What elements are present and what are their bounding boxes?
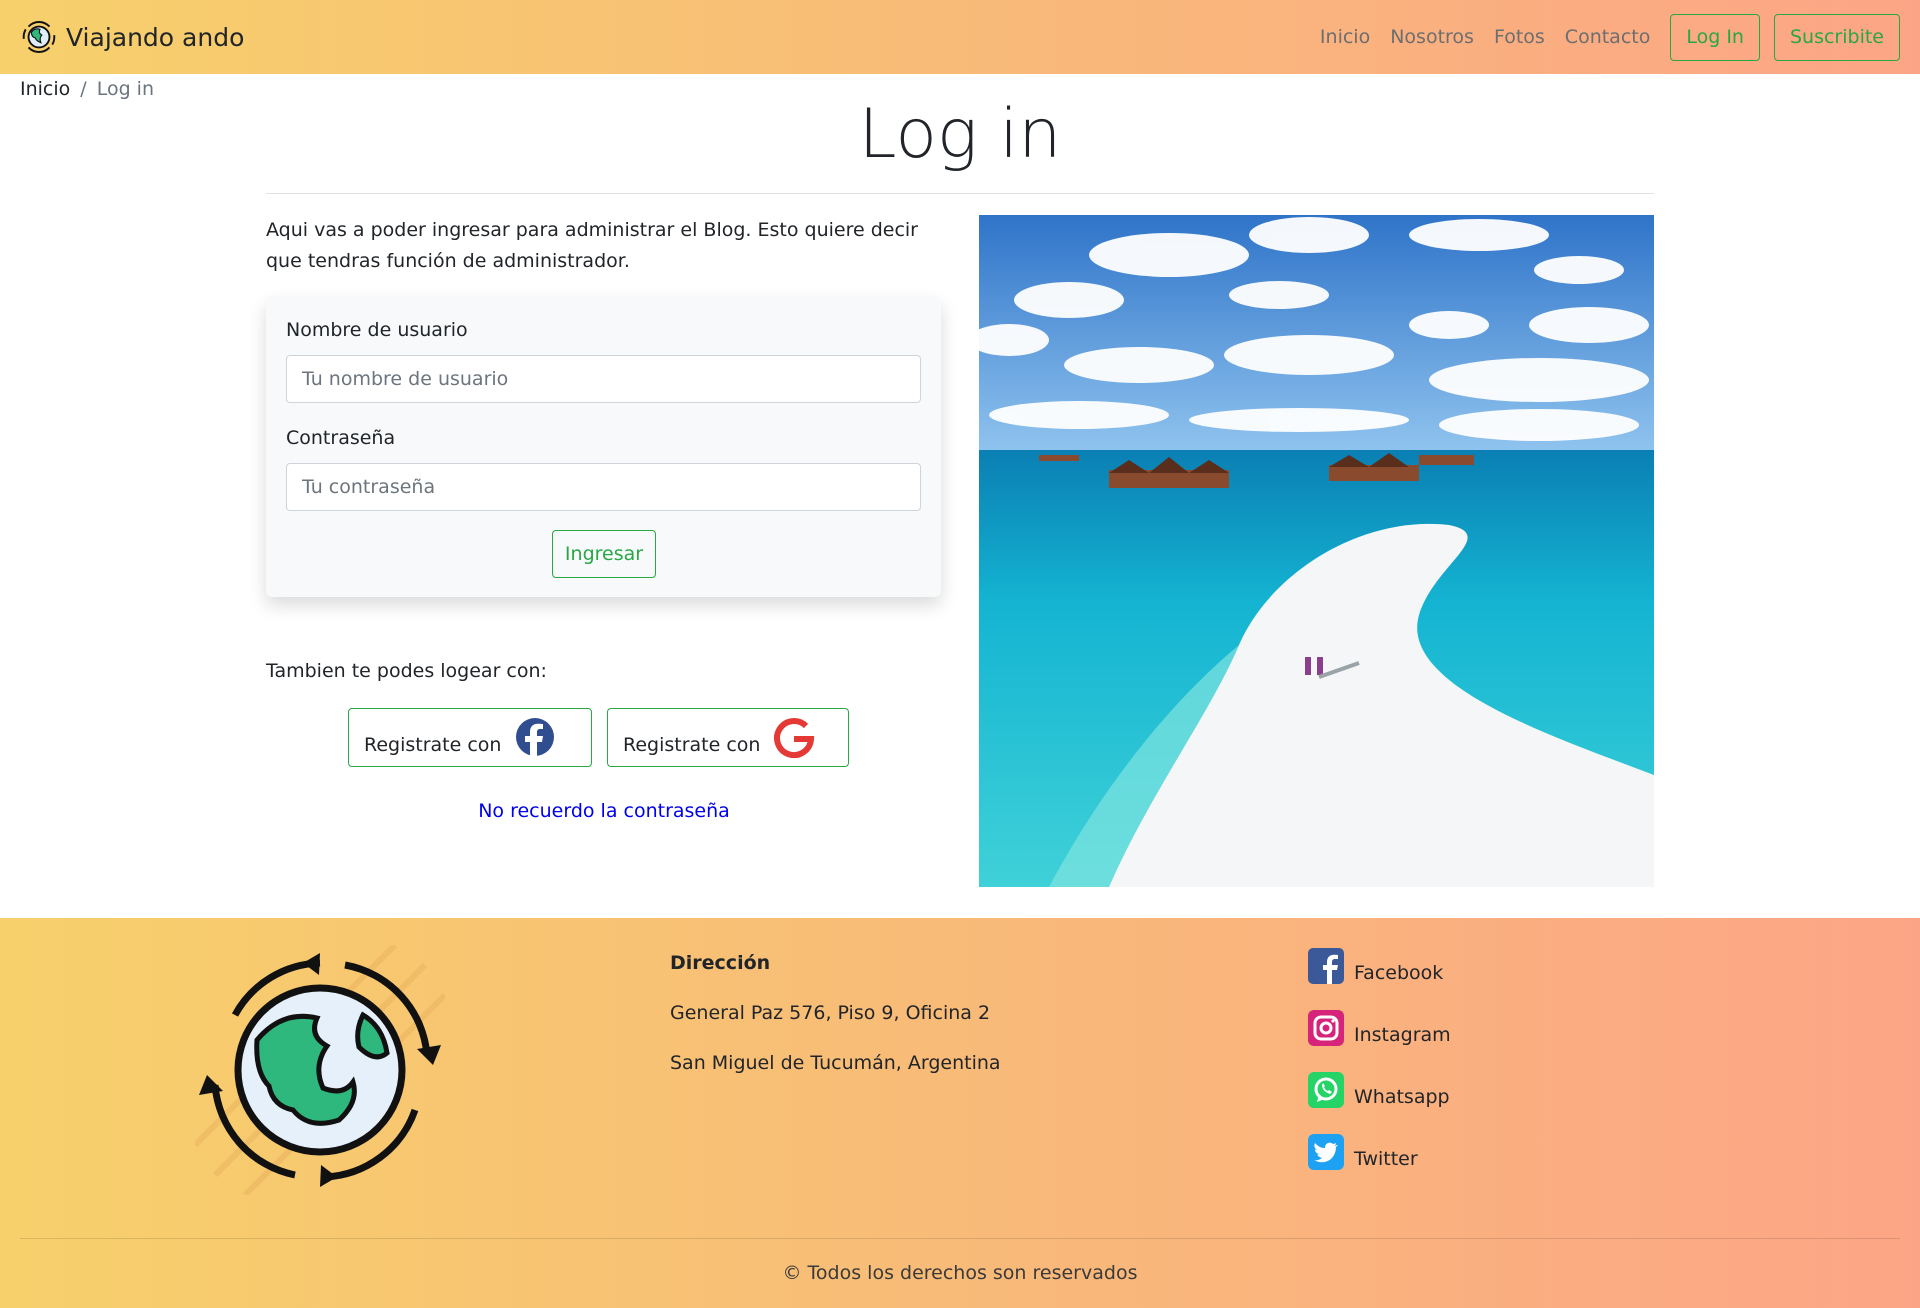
footer-whatsapp-link[interactable]: Whatsapp xyxy=(1308,1072,1450,1108)
google-login-button[interactable]: Registrate con xyxy=(607,708,849,767)
footer-twitter-label: Twitter xyxy=(1354,1148,1418,1170)
globe-recycle-icon xyxy=(195,945,445,1195)
footer-whatsapp-label: Whatsapp xyxy=(1354,1086,1450,1108)
address-title: Dirección xyxy=(670,952,771,974)
address-line-1: General Paz 576, Piso 9, Oficina 2 xyxy=(670,1002,991,1024)
navbar: Viajando ando Inicio Nosotros Fotos Cont… xyxy=(0,0,1920,74)
subscribe-nav-button[interactable]: Suscribite xyxy=(1773,13,1900,61)
address-line-2: San Miguel de Tucumán, Argentina xyxy=(670,1052,1001,1074)
instagram-icon xyxy=(1308,1010,1344,1046)
title-divider xyxy=(266,193,1654,194)
nav-link-nosotros[interactable]: Nosotros xyxy=(1390,26,1474,48)
google-login-label: Registrate con xyxy=(623,733,761,756)
footer-divider xyxy=(20,1238,1900,1239)
beach-illustration xyxy=(979,215,1654,887)
globe-logo-icon xyxy=(22,21,56,53)
brand-name: Viajando ando xyxy=(66,22,245,52)
password-label: Contraseña xyxy=(286,427,396,449)
login-form: Nombre de usuario Contraseña Ingresar xyxy=(266,297,941,597)
twitter-icon xyxy=(1308,1134,1344,1170)
username-label: Nombre de usuario xyxy=(286,319,468,341)
copyright: © Todos los derechos son reservados xyxy=(782,1262,1138,1284)
brand[interactable]: Viajando ando xyxy=(20,18,244,56)
footer-instagram-label: Instagram xyxy=(1354,1024,1451,1046)
whatsapp-icon xyxy=(1308,1072,1344,1108)
nav-links: Inicio Nosotros Fotos Contacto Log In Su… xyxy=(1300,13,1900,61)
username-input[interactable] xyxy=(286,355,921,403)
nav-link-inicio[interactable]: Inicio xyxy=(1320,26,1370,48)
footer-facebook-label: Facebook xyxy=(1354,962,1444,984)
facebook-square-icon xyxy=(1308,948,1344,984)
nav-link-contacto[interactable]: Contacto xyxy=(1565,26,1651,48)
page-title: Log in xyxy=(858,95,1062,174)
nav-link-fotos[interactable]: Fotos xyxy=(1494,26,1545,48)
login-nav-button[interactable]: Log In xyxy=(1670,13,1760,61)
facebook-login-button[interactable]: Registrate con xyxy=(348,708,592,767)
password-input[interactable] xyxy=(286,463,921,511)
footer-instagram-link[interactable]: Instagram xyxy=(1308,1010,1451,1046)
intro-text: Aqui vas a poder ingresar para administr… xyxy=(266,219,918,272)
footer-facebook-link[interactable]: Facebook xyxy=(1308,948,1443,984)
facebook-login-label: Registrate con xyxy=(364,733,502,756)
footer-twitter-link[interactable]: Twitter xyxy=(1308,1134,1418,1170)
facebook-icon xyxy=(516,718,554,757)
google-icon xyxy=(774,718,815,758)
social-login-prompt: Tambien te podes logear con: xyxy=(266,660,547,682)
beach-photo xyxy=(979,215,1654,887)
submit-button[interactable]: Ingresar xyxy=(552,530,656,578)
